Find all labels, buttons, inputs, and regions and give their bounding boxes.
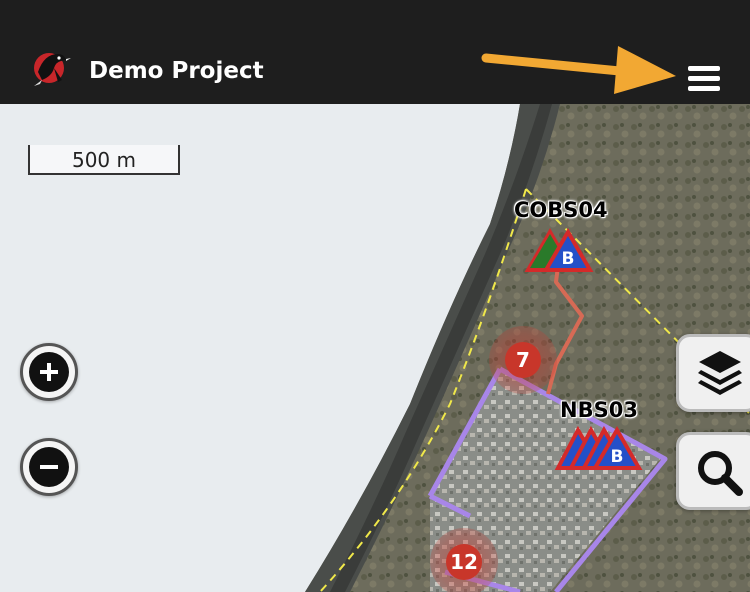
map-view[interactable]: B B COBS04 NBS03 7 12 bbox=[0, 104, 750, 592]
menu-button[interactable] bbox=[682, 60, 728, 100]
menu-bar bbox=[688, 86, 720, 91]
marker-letter: B bbox=[611, 447, 624, 467]
map-canvas: B B bbox=[305, 104, 750, 592]
project-title: Demo Project bbox=[89, 58, 264, 84]
cluster-count: 7 bbox=[505, 342, 541, 378]
annotation-arrow-icon bbox=[481, 46, 676, 94]
scale-bar: 500 m bbox=[28, 145, 180, 175]
app-header: Demo Project bbox=[0, 0, 750, 104]
minus-icon bbox=[29, 447, 69, 487]
cluster-marker[interactable]: 12 bbox=[430, 528, 498, 592]
zoom-out-button[interactable] bbox=[20, 438, 78, 496]
menu-bar bbox=[688, 66, 720, 71]
cluster-marker[interactable]: 7 bbox=[489, 326, 557, 394]
zoom-in-button[interactable] bbox=[20, 343, 78, 401]
layers-button[interactable] bbox=[676, 334, 750, 412]
site-label-cobs04: COBS04 bbox=[514, 198, 608, 222]
layers-icon bbox=[698, 351, 742, 395]
search-icon bbox=[698, 451, 743, 496]
menu-bar bbox=[688, 76, 720, 81]
site-label-nbs03: NBS03 bbox=[560, 398, 638, 422]
bird-logo-icon bbox=[28, 46, 72, 88]
plus-icon bbox=[29, 352, 69, 392]
search-button[interactable] bbox=[676, 432, 750, 510]
cluster-count: 12 bbox=[446, 544, 482, 580]
marker-letter: B bbox=[562, 249, 575, 269]
